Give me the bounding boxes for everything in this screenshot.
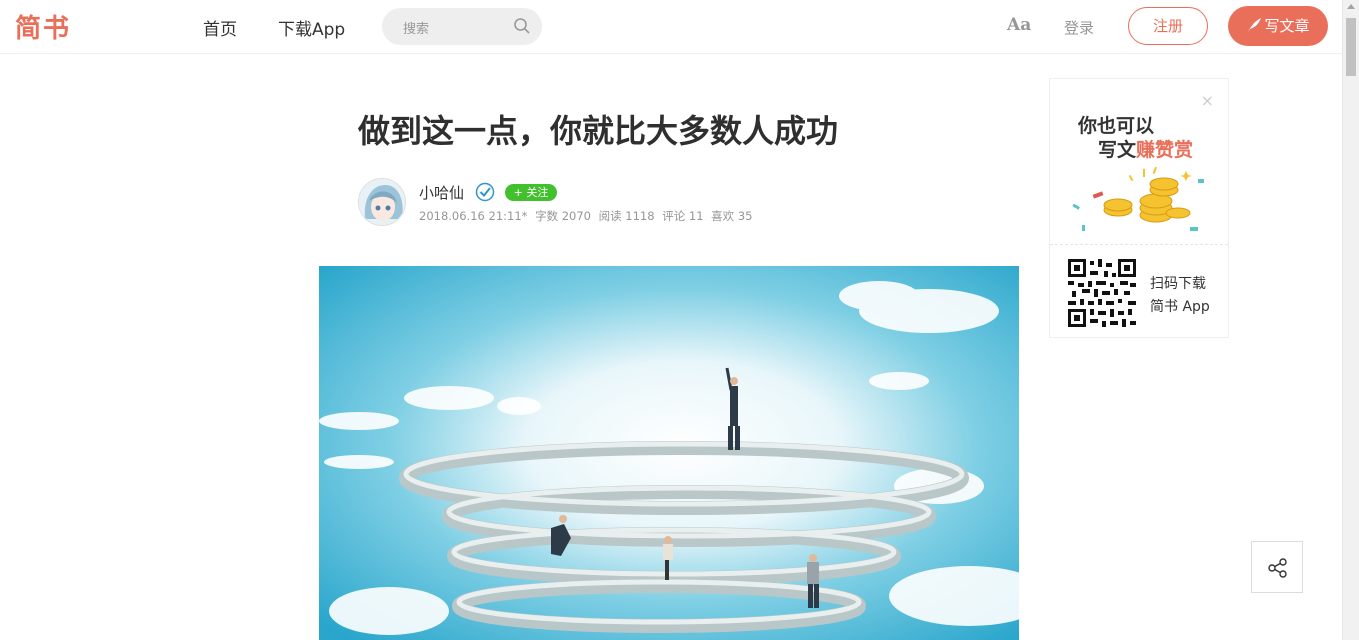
ad-close-button[interactable]: × [1201, 91, 1214, 110]
register-button[interactable]: 注册 [1128, 7, 1208, 45]
font-size-toggle[interactable]: Aa [1007, 15, 1031, 35]
qr-caption: 扫码下载 简书 App [1150, 273, 1210, 319]
publish-date: 2018.06.16 21:11* [419, 209, 528, 223]
qr-code-icon[interactable] [1068, 259, 1136, 327]
ad-line2-highlight: 赚赞赏 [1136, 139, 1194, 161]
ad-line2: 写文赚赞赏 [1098, 135, 1193, 162]
ad-divider [1050, 244, 1228, 245]
like-count: 喜欢 35 [711, 209, 753, 223]
follow-button[interactable]: + 关注 [505, 184, 557, 201]
qr-caption-line1: 扫码下载 [1150, 276, 1206, 292]
comment-count: 评论 11 [662, 209, 704, 223]
article-hero-image [319, 266, 1019, 640]
reward-ad-box[interactable]: × 你也可以 写文赚赞赏 扫码下载 简书 App [1049, 78, 1229, 338]
search-input[interactable]: 搜索 [382, 8, 542, 45]
read-count: 阅读 1118 [598, 209, 655, 223]
word-count: 字数 2070 [535, 209, 591, 223]
search-icon[interactable] [513, 17, 531, 35]
share-button[interactable] [1251, 541, 1303, 593]
feather-pen-icon [1248, 18, 1262, 32]
article-title: 做到这一点，你就比大多数人成功 [358, 112, 839, 150]
scroll-up-arrow[interactable] [1347, 4, 1355, 9]
ad-line2-prefix: 写文 [1098, 139, 1137, 161]
qr-caption-line2: 简书 App [1150, 299, 1210, 315]
article-meta: 2018.06.16 21:11* 字数 2070 阅读 1118 评论 11 … [419, 208, 756, 224]
author-name[interactable]: 小哈仙 [419, 182, 464, 203]
write-label: 写文章 [1264, 17, 1310, 35]
logo[interactable]: 简书 [15, 8, 71, 45]
search-placeholder: 搜索 [403, 22, 430, 37]
page: 简书 首页 下载App 搜索 Aa 登录 注册 写文章 做到这一点，你就比大多数… [0, 0, 1359, 640]
login-link[interactable]: 登录 [1064, 17, 1094, 38]
nav-home-link[interactable]: 首页 [203, 15, 237, 40]
write-article-button[interactable]: 写文章 [1228, 6, 1328, 46]
nav-download-app-link[interactable]: 下载App [278, 15, 345, 40]
scrollbar[interactable] [1342, 0, 1359, 640]
navbar: 简书 首页 下载App 搜索 Aa 登录 注册 写文章 [0, 0, 1342, 54]
scroll-thumb[interactable] [1346, 18, 1356, 76]
ad-line1: 你也可以 [1078, 115, 1155, 137]
verified-badge-icon [475, 182, 495, 202]
gold-coins-icon [1072, 166, 1204, 231]
author-avatar[interactable] [358, 178, 406, 226]
share-icon [1268, 558, 1287, 578]
